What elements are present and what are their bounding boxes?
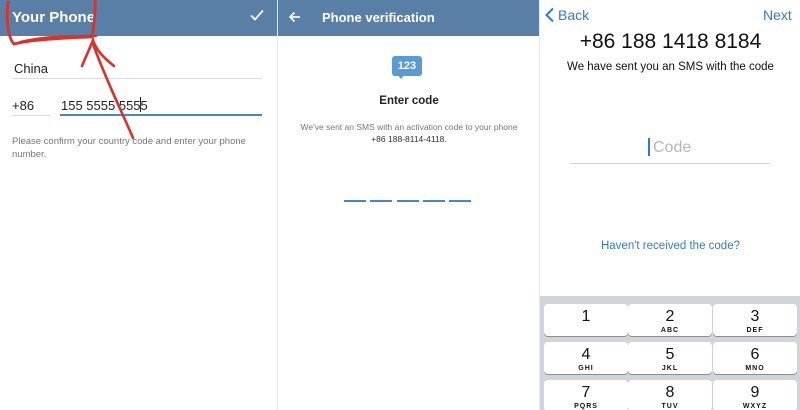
resend-code-link[interactable]: Haven't received the code? (540, 240, 800, 252)
key-digit: 6 (750, 346, 760, 363)
screenshot-collage: Your Phone China +86 155 5555 5555 Pleas… (0, 0, 800, 410)
key-digit: 1 (581, 308, 591, 325)
key-letters: ABC (660, 327, 680, 334)
key-letters: TUV (661, 403, 679, 410)
key-letters: PQRS (574, 403, 598, 410)
badge-tail (397, 74, 405, 79)
key-8[interactable]: 8 TUV (628, 380, 712, 410)
text-cursor (648, 138, 650, 156)
sms-sent-message: We've sent an SMS with an activation cod… (292, 122, 526, 146)
code-input[interactable] (344, 200, 474, 204)
sms-sent-number: +86 188-8114-4118. (371, 133, 447, 144)
key-9[interactable]: 9 WXYZ (713, 380, 797, 410)
app-bar: Phone verification (278, 0, 540, 36)
key-digit: 4 (581, 346, 591, 363)
key-3[interactable]: 3 DEF (713, 304, 797, 336)
arrow-left-icon[interactable] (288, 10, 302, 24)
phone-verification-screen: Phone verification 123 Enter code We've … (277, 0, 540, 410)
code-input[interactable]: Code (570, 136, 770, 164)
your-phone-screen: Your Phone China +86 155 5555 5555 Pleas… (0, 0, 277, 410)
key-4[interactable]: 4 GHI (544, 342, 628, 374)
code-digit-slot[interactable] (370, 200, 392, 202)
sms-sent-text: We've sent an SMS with an activation cod… (300, 122, 518, 132)
numeric-keypad: 1 2 ABC 3 DEF 4 GHI 5 JKL 6 MNO 7 PQRS 8 TUV 9 W… (540, 296, 800, 410)
key-digit: 8 (665, 384, 675, 401)
code-digit-slot[interactable] (449, 200, 471, 202)
key-digit: 9 (750, 384, 760, 401)
key-2[interactable]: 2 ABC (628, 304, 712, 336)
key-6[interactable]: 6 MNO (713, 342, 797, 374)
code-placeholder: Code (653, 139, 692, 156)
key-5[interactable]: 5 JKL (628, 342, 712, 374)
screen-title: Phone verification (322, 10, 435, 25)
sms-sent-message: We have sent you an SMS with the code (567, 61, 774, 73)
code-digit-slot[interactable] (397, 200, 419, 202)
chevron-left-icon (545, 7, 554, 23)
enter-code-heading: Enter code (379, 95, 439, 107)
back-label: Back (558, 7, 590, 23)
key-digit: 3 (750, 308, 760, 325)
code-digit-slot[interactable] (423, 200, 445, 202)
key-letters: JKL (661, 365, 679, 372)
key-letters: WXYZ (742, 403, 768, 410)
key-letters: DEF (746, 327, 764, 334)
key-1[interactable]: 1 (544, 304, 628, 336)
next-button[interactable]: Next (763, 7, 792, 23)
key-7[interactable]: 7 PQRS (544, 380, 628, 410)
phone-number-heading: +86 188 1418 8184 (579, 30, 762, 53)
key-letters: MNO (745, 365, 765, 372)
sms-code-badge-icon: 123 (392, 56, 422, 76)
key-digit: 5 (665, 346, 675, 363)
code-digit-slot[interactable] (344, 200, 366, 202)
red-annotation-scribble (5, 0, 135, 140)
key-digit: 2 (665, 308, 675, 325)
key-letters: GHI (578, 365, 594, 372)
ios-code-entry-screen: Back Next +86 188 1418 8184 We have sent… (539, 0, 800, 410)
key-digit: 7 (581, 384, 591, 401)
